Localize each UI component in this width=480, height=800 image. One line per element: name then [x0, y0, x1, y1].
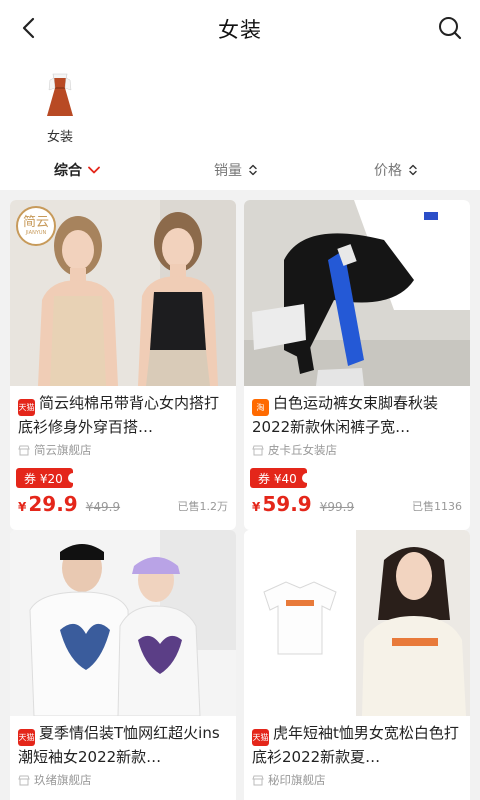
search-icon — [439, 17, 462, 40]
currency-symbol: ¥ — [252, 500, 261, 514]
tmall-badge-icon: 天猫 — [18, 729, 35, 746]
product-title: 淘白色运动裤女束脚春秋装2022新款休闲裤子宽… — [252, 394, 439, 436]
sort-sales[interactable]: 销量 — [214, 160, 258, 180]
taobao-badge-icon: 淘 — [252, 399, 269, 416]
page-title: 女装 — [218, 18, 262, 42]
category-item[interactable]: 女装 — [40, 72, 80, 145]
product-grid: 简云 JIANYUN 天猫 简云纯棉吊带背心女内搭打底衫修身外穿百搭… 简云旗舰店… — [0, 190, 480, 800]
dress-thumbnail — [47, 73, 73, 116]
brand-logo: 简云 JIANYUN — [16, 206, 56, 246]
chevron-down-icon — [88, 166, 100, 174]
sort-bar: 综合 销量 价格 — [0, 150, 480, 190]
coupon-tag[interactable]: 券 ¥20 — [16, 468, 78, 488]
shop-icon — [18, 445, 30, 455]
product-card[interactable]: 天猫 虎年短袖t恤男女宽松白色打底衫2022新款夏… 秘印旗舰店 — [244, 530, 470, 800]
sold-count: 已售1.2万 — [177, 500, 229, 513]
search-button[interactable] — [436, 14, 464, 42]
shop-icon — [252, 775, 264, 785]
original-price: ¥99.9 — [319, 500, 355, 514]
top-bar: 女装 — [0, 0, 480, 58]
product-card[interactable]: 简云 JIANYUN 天猫 简云纯棉吊带背心女内搭打底衫修身外穿百搭… 简云旗舰店… — [10, 200, 236, 530]
sort-label: 价格 — [374, 163, 402, 179]
sold-count: 已售1136 — [412, 500, 462, 513]
original-price: ¥49.9 — [85, 500, 121, 514]
category-row: 女装 — [0, 58, 480, 150]
sort-updown-icon — [249, 164, 257, 176]
product-image: 简云 JIANYUN — [10, 200, 236, 386]
shop-name[interactable]: 玖绪旗舰店 — [10, 768, 236, 788]
sort-label: 综合 — [54, 163, 82, 179]
sort-comprehensive[interactable]: 综合 — [54, 160, 100, 180]
tmall-badge-icon: 天猫 — [252, 729, 269, 746]
coupon-tag[interactable]: 券 ¥40 — [250, 468, 312, 488]
price: 59.9 — [262, 492, 312, 516]
product-title: 天猫 夏季情侣装T恤网红超火ins潮短袖女2022新款… — [18, 724, 220, 766]
shop-icon — [252, 445, 264, 455]
sort-price[interactable]: 价格 — [374, 160, 418, 180]
shop-name[interactable]: 皮卡丘女装店 — [244, 438, 470, 458]
price-row: ¥ 59.9 ¥99.9 已售1136 — [244, 488, 470, 516]
product-image — [244, 200, 470, 386]
price-row: ¥ 29.9 ¥49.9 已售1.2万 — [10, 488, 236, 516]
sort-updown-icon — [409, 164, 417, 176]
product-title: 天猫 简云纯棉吊带背心女内搭打底衫修身外穿百搭… — [18, 394, 220, 436]
tmall-badge-icon: 天猫 — [18, 399, 35, 416]
currency-symbol: ¥ — [18, 500, 27, 514]
shop-name[interactable]: 简云旗舰店 — [10, 438, 236, 458]
sort-label: 销量 — [214, 163, 242, 179]
shop-name[interactable]: 秘印旗舰店 — [244, 768, 470, 788]
product-card[interactable]: 淘白色运动裤女束脚春秋装2022新款休闲裤子宽… 皮卡丘女装店 券 ¥40 ¥ … — [244, 200, 470, 530]
product-image — [244, 530, 470, 716]
product-image — [10, 530, 236, 716]
price: 29.9 — [28, 492, 78, 516]
product-card[interactable]: 天猫 夏季情侣装T恤网红超火ins潮短袖女2022新款… 玖绪旗舰店 — [10, 530, 236, 800]
product-title: 天猫 虎年短袖t恤男女宽松白色打底衫2022新款夏… — [252, 724, 459, 766]
category-label: 女装 — [46, 130, 73, 145]
shop-icon — [18, 775, 30, 785]
